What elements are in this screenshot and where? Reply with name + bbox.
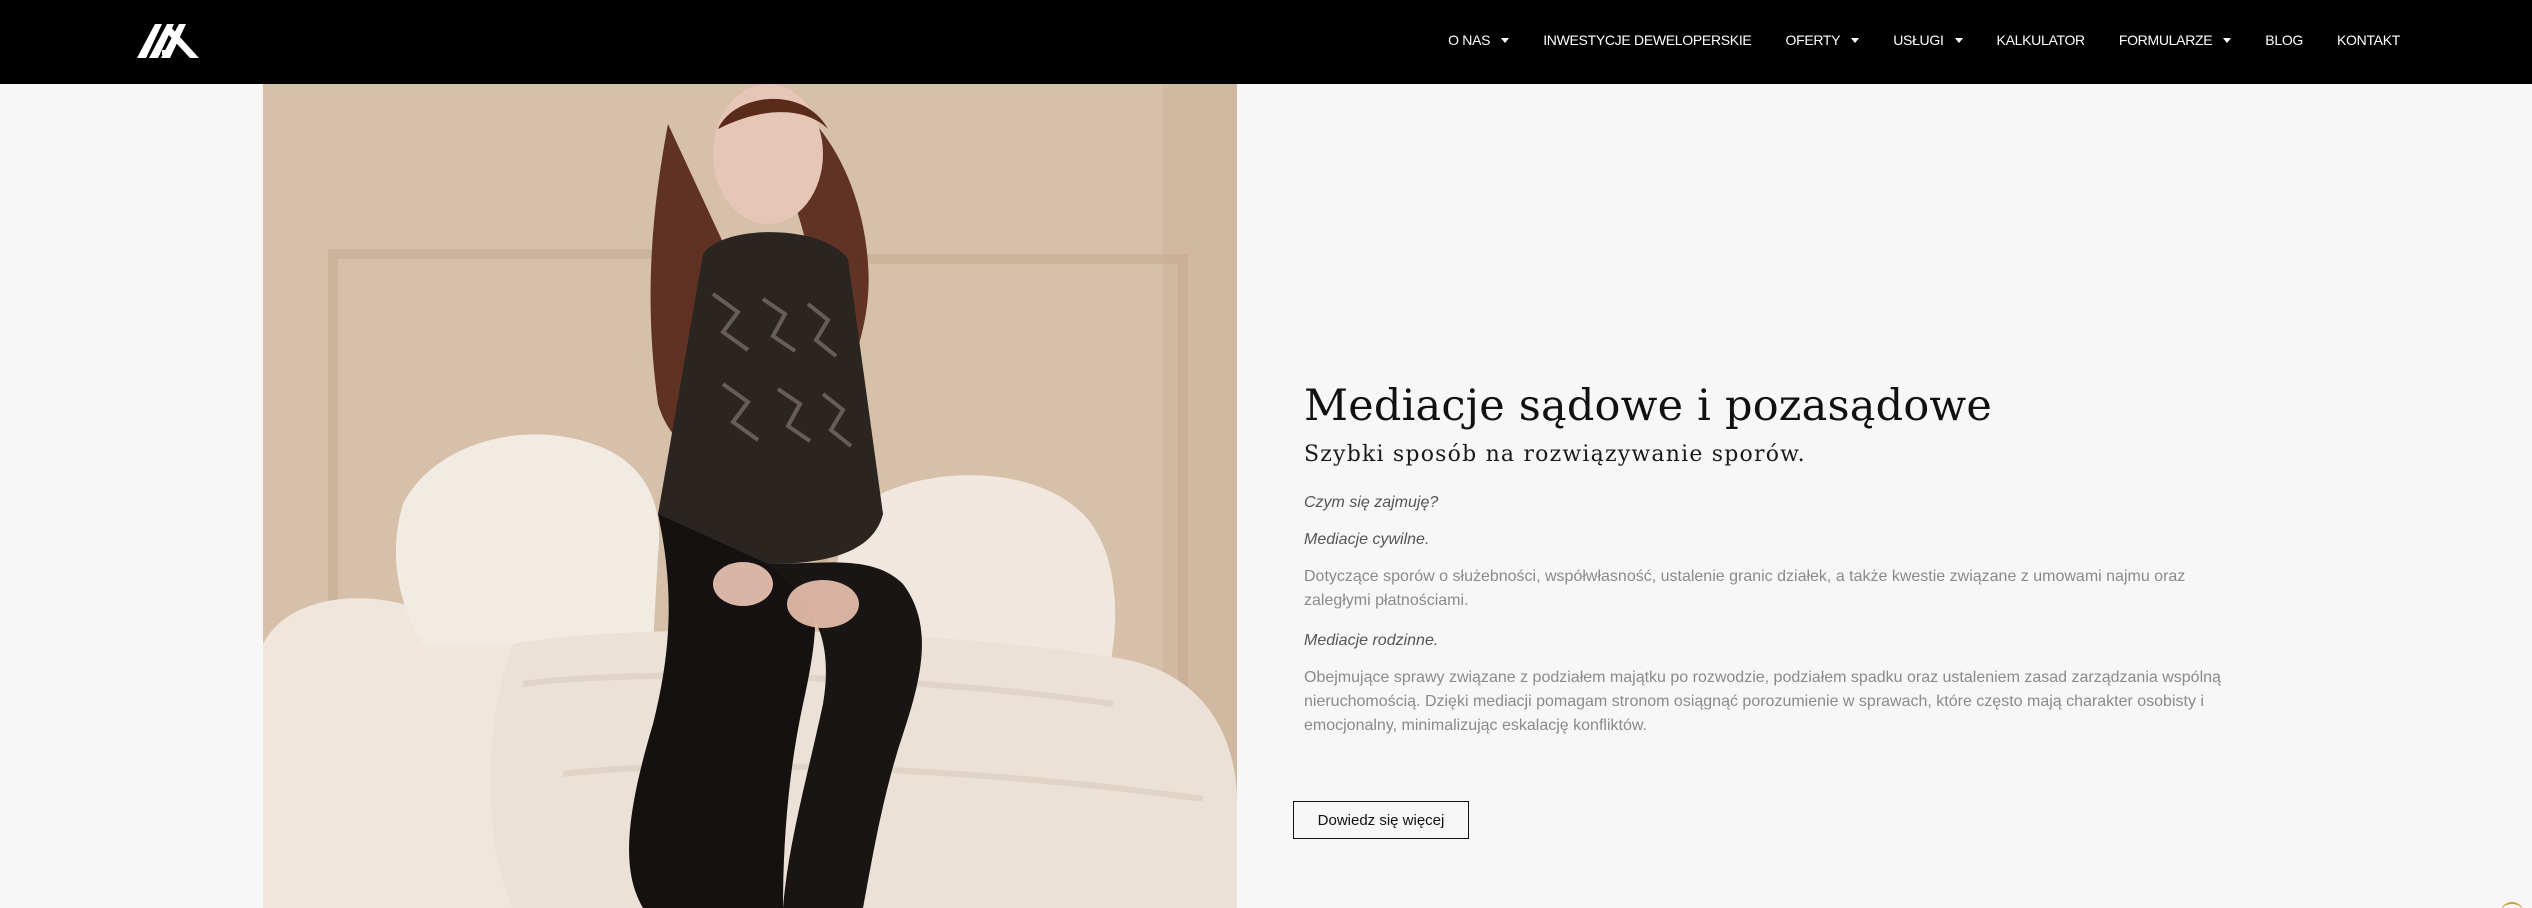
nav-item-kalkulator[interactable]: KALKULATOR: [1996, 32, 2086, 48]
corner-accent: [2500, 902, 2524, 908]
logo-icon[interactable]: [135, 20, 201, 60]
nav-item-kontakt[interactable]: KONTAKT: [2337, 32, 2400, 48]
mediation-section: Mediacje sądowe i pozasądowe Szybki spos…: [1304, 382, 2264, 738]
civil-mediation-label: Mediacje cywilne.: [1304, 530, 1430, 548]
section-label: Czym się zajmuję?: [1304, 493, 1439, 511]
page-subtitle: Szybki sposób na rozwiązywanie sporów.: [1304, 442, 1806, 468]
family-mediation-label: Mediacje rodzinne.: [1304, 631, 1439, 649]
nav-item-label: FORMULARZE: [2118, 32, 2213, 48]
site-header: O NAS INWESTYCJE DEWELOPERSKIE OFERTY US…: [0, 0, 2532, 84]
nav-item-label: KALKULATOR: [1996, 32, 2086, 48]
learn-more-button[interactable]: Dowiedz się więcej: [1293, 801, 1469, 839]
nav-item-oferty[interactable]: OFERTY: [1785, 32, 1860, 48]
caret-down-icon: [1954, 37, 1963, 43]
caret-down-icon: [2223, 37, 2232, 43]
nav-item-uslugi[interactable]: USŁUGI: [1893, 32, 1963, 48]
nav-item-blog[interactable]: BLOG: [2265, 32, 2303, 48]
nav-item-o-nas[interactable]: O NAS: [1448, 32, 1510, 48]
nav-item-label: KONTAKT: [2337, 32, 2400, 48]
civil-mediation-text: Dotyczące sporów o służebności, współwła…: [1304, 567, 2186, 609]
nav-item-label: O NAS: [1448, 32, 1491, 48]
nav-item-label: INWESTYCJE DEWELOPERSKIE: [1543, 32, 1752, 48]
nav-item-label: BLOG: [2265, 32, 2304, 48]
woman-on-sofa-photo: [263, 84, 1237, 908]
page: O NAS INWESTYCJE DEWELOPERSKIE OFERTY US…: [0, 0, 2532, 908]
caret-down-icon: [1851, 37, 1860, 43]
page-title: Mediacje sądowe i pozasądowe: [1304, 381, 1993, 431]
nav-item-inwestycje[interactable]: INWESTYCJE DEWELOPERSKIE: [1543, 32, 1752, 48]
family-mediation-text: Obejmujące sprawy związane z podziałem m…: [1304, 669, 2221, 735]
caret-down-icon: [1501, 37, 1510, 43]
nav-item-formularze[interactable]: FORMULARZE: [2118, 32, 2232, 48]
main-nav: O NAS INWESTYCJE DEWELOPERSKIE OFERTY US…: [1448, 0, 2400, 80]
nav-item-label: USŁUGI: [1893, 32, 1944, 48]
nav-item-label: OFERTY: [1785, 32, 1841, 48]
